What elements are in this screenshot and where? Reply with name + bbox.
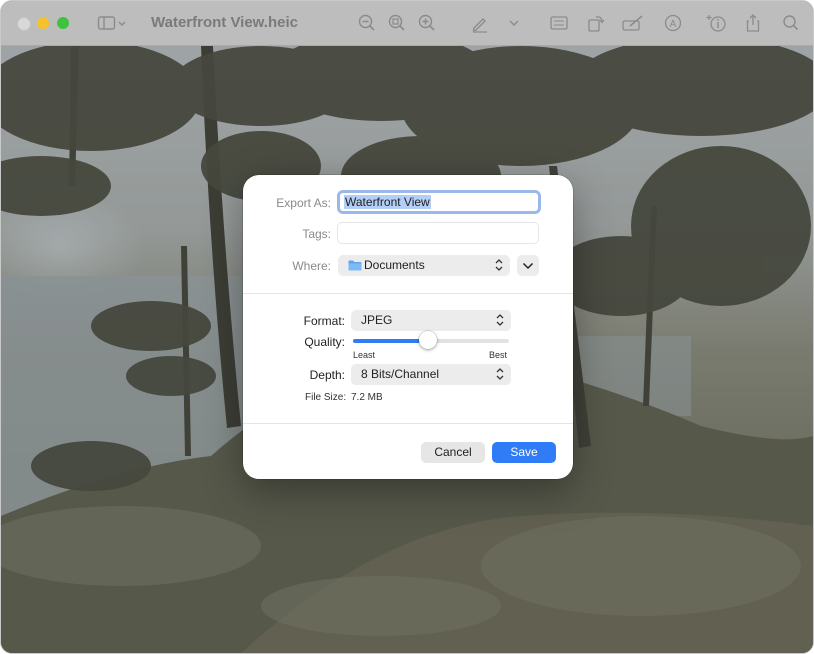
zoom-out-icon[interactable] (357, 13, 377, 33)
where-label: Where: (243, 259, 331, 273)
zoom-in-icon[interactable] (417, 13, 437, 33)
preview-window: Waterfront View.heic A (0, 0, 814, 654)
where-value: Documents (364, 258, 425, 272)
tags-label: Tags: (243, 227, 331, 241)
info-icon[interactable] (705, 13, 729, 33)
zoom-window-button[interactable] (57, 17, 69, 29)
search-icon[interactable] (781, 13, 801, 33)
updown-chevron-icon (495, 313, 505, 327)
quality-slider-knob[interactable] (419, 331, 437, 349)
depth-value: 8 Bits/Channel (361, 367, 439, 381)
minimize-window-button[interactable] (37, 17, 49, 29)
export-name-value: Waterfront View (344, 195, 431, 209)
quality-slider[interactable] (353, 339, 509, 343)
close-window-button[interactable] (17, 17, 31, 31)
format-label: Format: (243, 314, 345, 328)
adjust-size-icon[interactable] (549, 13, 569, 33)
folder-icon (348, 260, 362, 271)
divider (243, 423, 573, 424)
chevron-down-icon[interactable] (504, 13, 524, 33)
toolbar: Waterfront View.heic A (1, 1, 813, 46)
where-popup[interactable]: Documents (338, 255, 510, 276)
highlight-icon[interactable] (621, 13, 645, 33)
divider (243, 293, 573, 294)
depth-popup[interactable]: 8 Bits/Channel (351, 364, 511, 385)
zoom-fit-icon[interactable] (387, 13, 407, 33)
export-as-label: Export As: (243, 196, 331, 210)
quality-label: Quality: (243, 335, 345, 349)
save-button[interactable]: Save (492, 442, 556, 463)
chevron-down-icon (522, 260, 534, 270)
sidebar-toggle-icon[interactable] (97, 13, 129, 33)
file-size-value: 7.2 MB (351, 392, 383, 403)
quality-min-label: Least (353, 350, 375, 360)
where-expand-button[interactable] (517, 255, 539, 276)
quality-max-label: Best (489, 350, 507, 360)
share-icon[interactable] (743, 13, 763, 33)
format-popup[interactable]: JPEG (351, 310, 511, 331)
annotate-icon[interactable]: A (663, 13, 683, 33)
export-dialog: Export As: Waterfront View Tags: Where: … (243, 175, 573, 479)
svg-text:A: A (670, 19, 677, 30)
format-value: JPEG (361, 313, 392, 327)
updown-chevron-icon (495, 367, 505, 381)
window-title: Waterfront View.heic (151, 14, 298, 31)
quality-slider-fill (353, 339, 428, 343)
rotate-icon[interactable] (586, 13, 606, 33)
tags-field[interactable] (337, 222, 539, 244)
export-name-field[interactable]: Waterfront View (337, 190, 541, 214)
file-size-label: File Size: (305, 392, 346, 403)
updown-chevron-icon (494, 258, 504, 272)
markup-pen-icon[interactable] (470, 13, 490, 33)
depth-label: Depth: (243, 368, 345, 382)
cancel-button[interactable]: Cancel (421, 442, 485, 463)
